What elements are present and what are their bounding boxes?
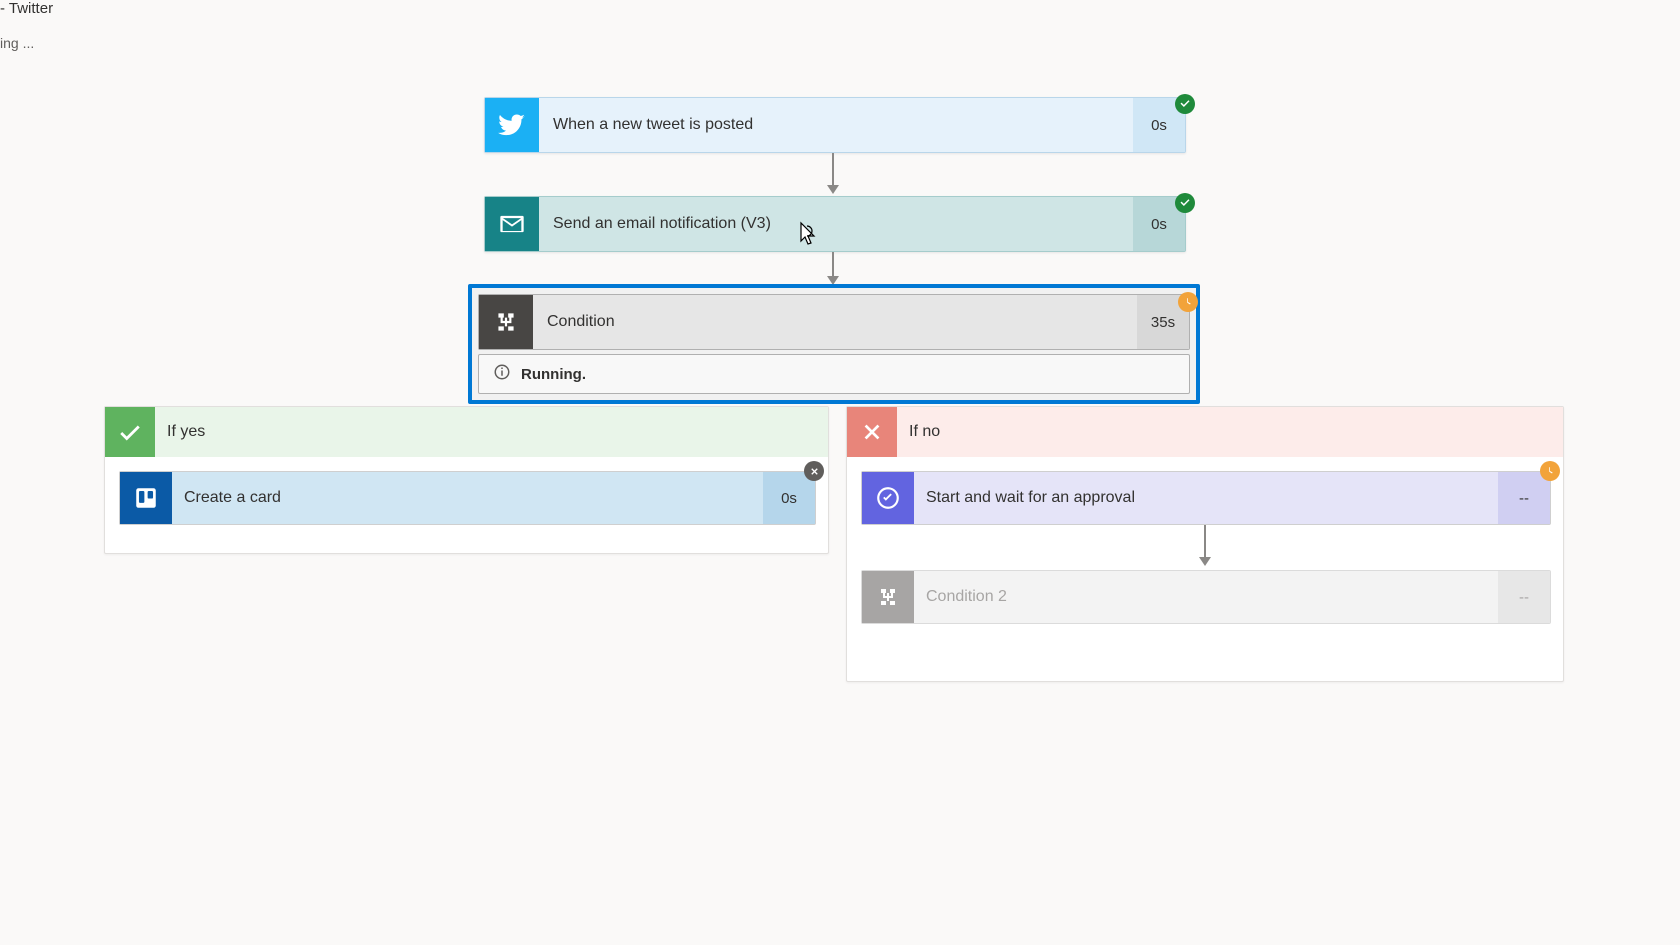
trigger-card-twitter[interactable]: When a new tweet is posted 0s	[484, 97, 1186, 153]
close-icon	[847, 407, 897, 457]
condition2-label: Condition 2	[914, 571, 1498, 623]
branch-yes-header: If yes	[105, 407, 828, 457]
branch-no[interactable]: If no Start and wait for an approval -- …	[846, 406, 1564, 682]
branch-yes-label: If yes	[155, 407, 828, 457]
trigger-label: When a new tweet is posted	[539, 98, 1133, 152]
flow-arrow-head-icon	[1199, 557, 1211, 566]
info-icon	[493, 363, 511, 385]
branch-yes[interactable]: If yes Create a card 0s	[104, 406, 829, 554]
approval-duration: --	[1498, 472, 1550, 524]
pending-badge-icon	[1540, 461, 1560, 481]
approval-icon	[862, 472, 914, 524]
trello-icon	[120, 472, 172, 524]
action-card-approval[interactable]: Start and wait for an approval --	[861, 471, 1551, 525]
condition-card[interactable]: Condition 35s Running.	[468, 284, 1200, 404]
flow-arrow	[832, 252, 834, 278]
flow-arrow-head-icon	[827, 185, 839, 194]
condition-icon	[479, 295, 533, 349]
condition-icon	[862, 571, 914, 623]
window-title: - Twitter	[0, 0, 1680, 21]
action-card-condition-2[interactable]: Condition 2 --	[861, 570, 1551, 624]
window-header: - Twitter ing ...	[0, 0, 1680, 51]
loading-indicator: ing ...	[0, 35, 1680, 51]
success-badge-icon	[1175, 193, 1195, 213]
success-badge-icon	[1175, 94, 1195, 114]
trello-duration: 0s	[763, 472, 815, 524]
cancelled-badge-icon	[804, 461, 824, 481]
condition-header-row[interactable]: Condition 35s	[478, 294, 1190, 350]
approval-label: Start and wait for an approval	[914, 472, 1498, 524]
condition-label: Condition	[533, 295, 1137, 349]
branch-no-label: If no	[897, 407, 1563, 457]
trello-label: Create a card	[172, 472, 763, 524]
condition-status-text: Running.	[521, 366, 586, 383]
check-icon	[105, 407, 155, 457]
condition-status-row: Running.	[478, 354, 1190, 394]
pending-badge-icon	[1178, 292, 1198, 312]
email-label: Send an email notification (V3)	[539, 197, 1133, 251]
flow-arrow	[832, 153, 834, 187]
twitter-icon	[485, 98, 539, 152]
flow-arrow	[1204, 525, 1206, 559]
branch-no-header: If no	[847, 407, 1563, 457]
condition2-duration: --	[1498, 571, 1550, 623]
mail-icon	[485, 197, 539, 251]
action-card-trello[interactable]: Create a card 0s	[119, 471, 816, 525]
action-card-email[interactable]: Send an email notification (V3) 0s	[484, 196, 1186, 252]
